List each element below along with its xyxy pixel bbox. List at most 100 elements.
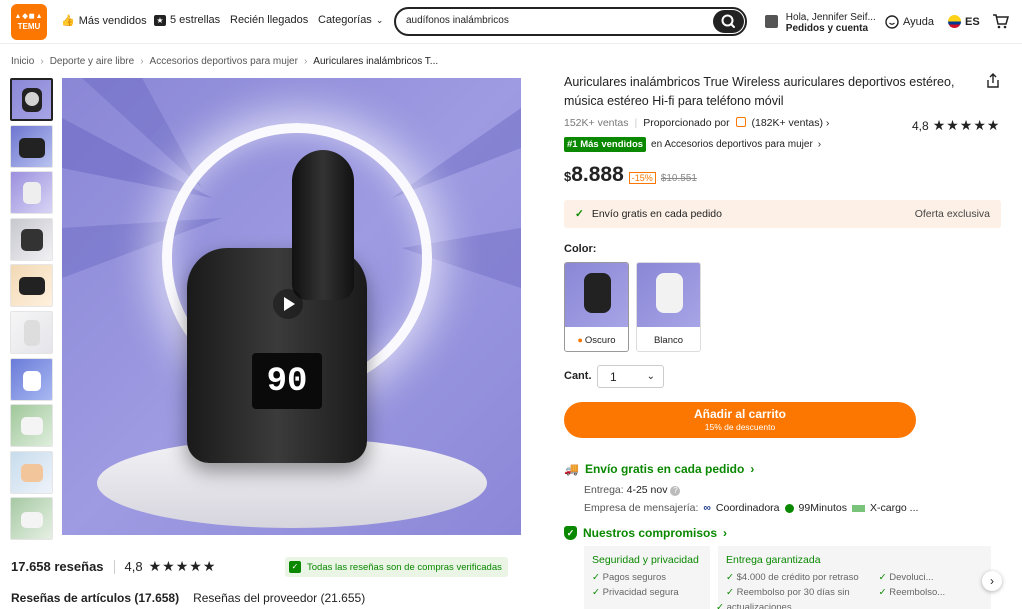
commitments-link[interactable]: ✓ Nuestros compromisos ›	[564, 526, 727, 540]
account-greeting: Hola, Jennifer Seif...	[785, 12, 876, 23]
play-icon	[25, 92, 39, 106]
review-tabs: Reseñas de artículos (17.658) Reseñas de…	[11, 591, 365, 605]
commitment-card[interactable]: Seguridad y privacidad Pagos seguros Pri…	[584, 546, 710, 609]
thumbnail-strip	[10, 78, 53, 544]
color-option-label: Oscuro	[584, 334, 616, 346]
nav-five-stars[interactable]: ★ 5 estrellas	[154, 14, 220, 26]
add-to-cart-discount: 15% de descuento	[704, 422, 776, 432]
chevron-right-icon: ›	[817, 139, 822, 150]
store-icon	[735, 117, 746, 127]
thumbnail-image[interactable]	[10, 171, 53, 215]
account-menu[interactable]: Hola, Jennifer Seif... Pedidos y cuenta	[765, 12, 876, 34]
best-seller-badge[interactable]: #1 Más vendidos en Accesorios deportivos…	[564, 137, 821, 152]
nav-categories-label: Categorías	[318, 14, 372, 26]
search-icon	[721, 14, 735, 28]
review-rating: 4,8	[124, 559, 143, 574]
thumbs-up-icon: 👍	[61, 15, 75, 27]
search-button[interactable]	[713, 10, 744, 33]
commitment-item: Reembolso por 30 días sin	[726, 585, 859, 600]
thumbnail-image[interactable]	[10, 310, 53, 354]
temu-logo[interactable]: ▲◆◼▲ TEMU	[11, 4, 47, 40]
breadcrumb-sports[interactable]: Deporte y aire libre	[50, 56, 134, 67]
share-icon[interactable]	[985, 73, 1001, 89]
commitment-heading: Seguridad y privacidad	[592, 554, 699, 566]
earbud	[292, 150, 354, 300]
thumbnail-image[interactable]	[10, 264, 53, 308]
chevron-right-icon: ›	[303, 56, 308, 67]
breadcrumb-current: Auriculares inalámbricos T...	[313, 56, 439, 67]
commitment-item: actualizaciones	[716, 600, 859, 609]
best-seller-category: en Accesorios deportivos para mujer	[651, 139, 813, 150]
thumbnail-image[interactable]	[10, 497, 53, 541]
courier-name: 99Minutos	[798, 502, 847, 514]
color-option-label: Blanco	[653, 334, 684, 346]
reviews-summary: 17.658 reseñas 4,8 ★★★★★	[11, 558, 216, 575]
account-orders-label: Pedidos y cuenta	[785, 23, 869, 34]
commitment-item: Reembolso...	[879, 585, 945, 600]
info-icon[interactable]: ?	[670, 486, 681, 496]
nav-categories[interactable]: Categorías ⌄	[318, 14, 383, 26]
verified-badge: ✓ Todas las reseñas son de compras verif…	[285, 557, 508, 577]
breadcrumb-home[interactable]: Inicio	[11, 56, 34, 67]
top-header: ▲◆◼▲ TEMU 👍 Más vendidos ★ 5 estrellas R…	[0, 0, 1022, 44]
color-option-white[interactable]: Blanco	[636, 262, 701, 352]
search-input[interactable]	[406, 15, 706, 26]
thumbnail-image[interactable]	[10, 357, 53, 401]
quantity-label: Cant.	[564, 370, 592, 382]
courier-name: X-cargo ...	[869, 502, 919, 514]
language-label: ES	[965, 15, 980, 28]
coordinadora-logo-icon: ∞	[703, 502, 711, 514]
commitment-card[interactable]: Entrega garantizada $4.000 de crédito po…	[718, 546, 991, 609]
chat-support-icon	[885, 15, 899, 29]
nav-new-arrivals-label: Recién llegados	[230, 14, 309, 26]
provider-label: Proporcionado por	[643, 117, 730, 129]
play-icon[interactable]	[273, 289, 303, 319]
commitment-item: Pagos seguros	[592, 570, 702, 585]
courier-list: Empresa de mensajería: ∞ Coordinadora 99…	[584, 502, 918, 514]
current-price: 8.888	[571, 163, 624, 186]
99minutos-logo-icon	[784, 503, 794, 513]
breadcrumb-accessories[interactable]: Accesorios deportivos para mujer	[150, 56, 298, 67]
tab-store-reviews[interactable]: Reseñas del proveedor (21.655)	[193, 591, 365, 605]
help-link[interactable]: Ayuda	[885, 15, 934, 29]
thumbnail-image[interactable]	[10, 450, 53, 494]
tab-item-reviews[interactable]: Reseñas de artículos (17.658)	[11, 591, 179, 605]
help-label: Ayuda	[903, 16, 934, 28]
provider-sales: (182K+ ventas)	[751, 117, 823, 129]
star-badge-icon: ★	[154, 14, 166, 26]
delivery-label: Entrega:	[584, 484, 624, 496]
search-bar	[394, 7, 747, 36]
xcargo-logo-icon	[851, 504, 865, 512]
chevron-right-icon: ›	[825, 117, 830, 129]
commitment-item: Devoluci...	[879, 570, 946, 585]
nav-new-arrivals[interactable]: Recién llegados	[230, 14, 308, 26]
nav-five-stars-label: 5 estrellas	[170, 14, 221, 26]
price-block: $8.888 -15% $10.551	[564, 163, 697, 187]
free-shipping-link[interactable]: 🚚 Envío gratis en cada pedido ›	[564, 462, 754, 476]
delivery-dates: 4-25 nov	[626, 484, 668, 496]
flame-icon: ●	[577, 335, 583, 345]
thumbnail-image[interactable]	[10, 124, 53, 168]
thumbnail-video[interactable]	[10, 78, 53, 121]
color-option-dark[interactable]: ● Oscuro	[564, 262, 629, 352]
courier-label: Empresa de mensajería:	[584, 502, 699, 514]
star-rating-icon: ★★★★★	[148, 558, 217, 574]
product-rating[interactable]: 4,8 ★★★★★	[912, 117, 1000, 134]
thumbnail-image[interactable]	[10, 217, 53, 261]
thumbnail-image[interactable]	[10, 404, 53, 448]
color-label: Color:	[564, 243, 597, 255]
language-selector[interactable]: ES	[948, 15, 980, 28]
provider-link[interactable]: Proporcionado por (182K+ ventas) ›	[643, 117, 829, 129]
review-count: 17.658 reseñas	[11, 559, 104, 574]
truck-icon: 🚚	[564, 462, 579, 476]
quantity-value: 1	[610, 369, 617, 384]
divider: |	[634, 117, 638, 129]
add-to-cart-button[interactable]: Añadir al carrito 15% de descuento	[564, 402, 916, 438]
quantity-select[interactable]: 1 ⌄	[597, 365, 664, 388]
chevron-down-icon: ⌄	[646, 371, 655, 382]
nav-best-sellers-label: Más vendidos	[78, 14, 147, 27]
cart-icon[interactable]	[992, 13, 1009, 29]
carousel-next-button[interactable]: ›	[982, 571, 1002, 591]
nav-best-sellers[interactable]: 👍 Más vendidos	[61, 14, 147, 28]
product-main-image[interactable]: 90	[62, 78, 521, 535]
